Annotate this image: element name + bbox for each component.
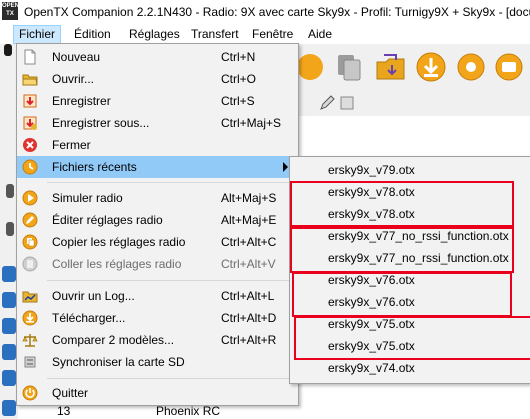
menu-item-quitter[interactable]: Quitter (17, 382, 298, 404)
menu-item-fermer[interactable]: Fermer (17, 134, 298, 156)
menu-separator (47, 182, 295, 183)
menu-bar: Fichier Édition Réglages Transfert Fenêt… (0, 24, 530, 44)
strip-gear-icon-1[interactable] (2, 266, 16, 282)
simulate-icon (22, 190, 38, 206)
strip-gear-icon-5[interactable] (2, 370, 16, 386)
toolbar-settings-gear-icon[interactable] (454, 50, 488, 84)
menu-edition[interactable]: Édition (69, 26, 116, 43)
recent-file-item[interactable]: ersky9x_v76.otx (290, 269, 530, 291)
menu-item-enregistrer[interactable]: Enregistrer Ctrl+S (17, 90, 298, 112)
recent-file-item[interactable]: ersky9x_v78.otx (290, 203, 530, 225)
opentx-app-icon: OPEN TX (2, 2, 20, 20)
quit-icon (22, 385, 38, 401)
row-model-name: Phoenix RC (156, 404, 221, 418)
window-title: OpenTX Companion 2.2.1N430 - Radio: 9X a… (24, 5, 530, 19)
recent-file-item[interactable]: ersky9x_v77_no_rssi_function.otx (290, 225, 530, 247)
download-icon (22, 310, 38, 326)
menu-item-enregistrer-sous[interactable]: Enregistrer sous... Ctrl+Maj+S (17, 112, 298, 134)
toolbar-open-folder-icon[interactable] (374, 50, 408, 84)
menu-reglages[interactable]: Réglages (124, 26, 185, 43)
menu-item-comparer[interactable]: Comparer 2 modèles... Ctrl+Alt+R (17, 329, 298, 351)
recent-file-item[interactable]: ersky9x_v74.otx (290, 357, 530, 379)
menu-separator (47, 378, 295, 379)
strip-radio-icon-2[interactable] (6, 222, 14, 236)
menu-item-synchroniser-sd[interactable]: Synchroniser la carte SD (17, 351, 298, 373)
close-icon (23, 138, 37, 152)
copy-settings-icon (22, 234, 38, 250)
menu-item-simuler-radio[interactable]: Simuler radio Alt+Maj+S (17, 187, 298, 209)
app-icon-text-tx: TX (6, 11, 14, 17)
menu-item-fichiers-recents[interactable]: Fichiers récents (17, 156, 298, 178)
menu-item-ouvrir-log[interactable]: Ouvrir un Log... Ctrl+Alt+L (17, 285, 298, 307)
menu-item-editer-reglages-radio[interactable]: Éditer réglages radio Alt+Maj+E (17, 209, 298, 231)
file-menu-dropdown: Nouveau Ctrl+N Ouvrir... Ctrl+O Enregist… (16, 43, 299, 406)
save-icon (23, 94, 37, 108)
menu-separator (47, 280, 295, 281)
paste-settings-icon (22, 256, 38, 272)
menu-item-coller-reglages[interactable]: Coller les réglages radio Ctrl+Alt+V (17, 253, 298, 275)
toolbar-small-icon[interactable] (338, 94, 356, 112)
sync-sd-icon (24, 356, 36, 368)
toolbar-download-icon[interactable] (414, 50, 448, 84)
recent-file-item[interactable]: ersky9x_v78.otx (290, 181, 530, 203)
menu-item-copier-reglages[interactable]: Copier les réglages radio Ctrl+Alt+C (17, 231, 298, 253)
strip-gear-icon-3[interactable] (2, 318, 16, 334)
strip-gear-icon-6[interactable] (2, 400, 16, 416)
recent-file-item[interactable]: ersky9x_v79.otx (290, 159, 530, 181)
toolbar-write-icon[interactable] (298, 50, 332, 84)
pen-icon[interactable] (318, 94, 336, 112)
menu-aide[interactable]: Aide (303, 26, 337, 43)
menu-item-ouvrir[interactable]: Ouvrir... Ctrl+O (17, 68, 298, 90)
recent-file-item[interactable]: ersky9x_v76.otx (290, 291, 530, 313)
open-log-icon (22, 291, 38, 303)
menu-fenetre[interactable]: Fenêtre (247, 26, 298, 43)
app-icon-text-open: OPEN (2, 3, 20, 9)
toolbar-copy-icon[interactable] (332, 50, 366, 84)
main-toolbar (298, 44, 530, 90)
row-index: 13 (57, 404, 71, 418)
edit-settings-icon (22, 212, 38, 228)
menu-transfert[interactable]: Transfert (186, 26, 244, 43)
strip-radio-icon-1[interactable] (6, 184, 14, 198)
recent-files-icon (22, 159, 38, 175)
save-as-icon (23, 116, 37, 130)
open-folder-icon (22, 74, 38, 86)
submenu-arrow-icon (283, 162, 288, 172)
secondary-toolbar (298, 90, 530, 117)
recent-file-item[interactable]: ersky9x_v77_no_rssi_function.otx (290, 247, 530, 269)
compare-icon (22, 334, 38, 347)
strip-gear-icon-4[interactable] (2, 344, 16, 360)
recent-file-item[interactable]: ersky9x_v75.otx (290, 335, 530, 357)
toolbar-radio-settings-icon[interactable] (492, 50, 526, 84)
title-bar[interactable]: OPEN TX OpenTX Companion 2.2.1N430 - Rad… (0, 0, 530, 24)
menu-item-nouveau[interactable]: Nouveau Ctrl+N (17, 46, 298, 68)
new-file-icon (24, 49, 36, 65)
recent-file-item[interactable]: ersky9x_v75.otx (290, 313, 530, 335)
strip-gear-icon-2[interactable] (2, 292, 16, 308)
strip-dark-icon (4, 44, 12, 56)
menu-item-telecharger[interactable]: Télécharger... Ctrl+Alt+D (17, 307, 298, 329)
recent-files-submenu: ersky9x_v79.otx ersky9x_v78.otx ersky9x_… (289, 156, 530, 384)
menu-fichier[interactable]: Fichier (13, 25, 62, 44)
